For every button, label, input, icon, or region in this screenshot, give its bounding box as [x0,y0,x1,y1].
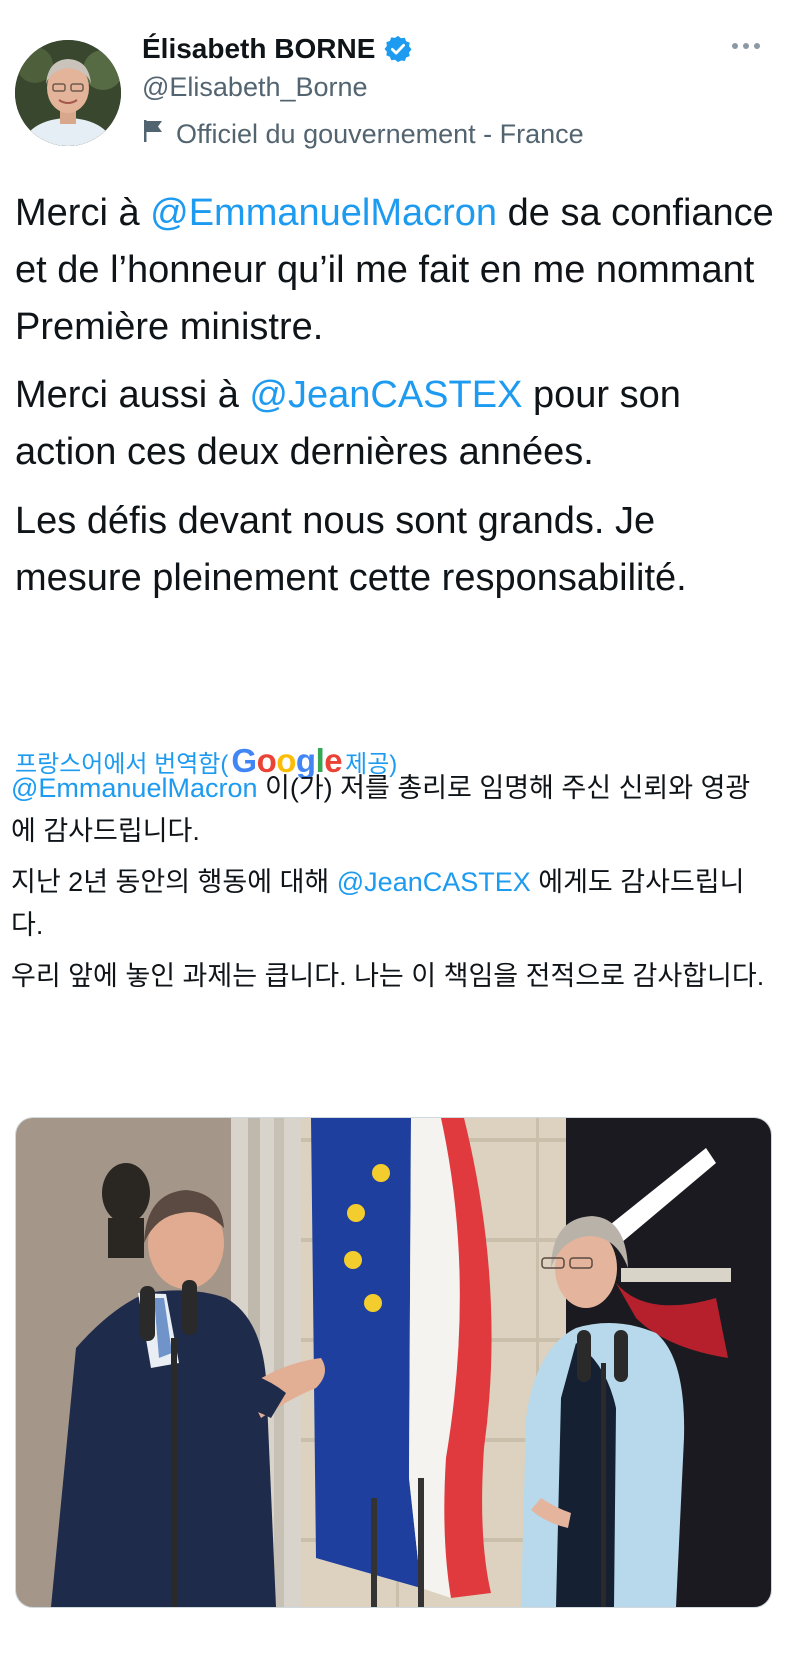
tweet: Élisabeth BORNE @Elisabeth_Borne Officie… [0,0,785,1653]
verified-badge-icon [383,34,413,64]
tweet-paragraph-2: Merci aussi à @JeanCASTEX pour son actio… [15,367,775,481]
author-name-row: Élisabeth BORNE [142,31,413,67]
mention-link[interactable]: @EmmanuelMacron [150,192,497,234]
mention-link[interactable]: @JeanCASTEX [337,867,531,897]
flag-icon [142,118,166,151]
tweet-paragraph-1: Merci à @EmmanuelMacron de sa confiance … [15,185,775,356]
text-segment: Merci aussi à [15,374,250,416]
translation-paragraph-3: 우리 앞에 놓인 과제는 큽니다. 나는 이 책임을 전적으로 감사합니다. [11,961,765,991]
more-options-icon[interactable] [732,38,764,54]
translation-paragraph-1: @EmmanuelMacron 이(가) 저를 총리로 임명해 주신 신뢰와 영… [11,767,771,853]
tweet-paragraph-3: Les défis devant nous sont grands. Je me… [15,500,687,599]
avatar[interactable] [15,40,121,146]
tweet-photo[interactable] [15,1117,772,1608]
text-segment: 지난 2년 동안의 행동에 대해 [11,867,337,897]
affiliation-label: Officiel du gouvernement - France [176,119,584,149]
mention-link[interactable]: @EmmanuelMacron [11,773,258,803]
author-display-name[interactable]: Élisabeth BORNE [142,33,375,65]
author-handle[interactable]: @Elisabeth_Borne [142,72,368,103]
translation-paragraph-2: 지난 2년 동안의 행동에 대해 @JeanCASTEX 에게도 감사드립니다. [11,861,771,947]
mention-link[interactable]: @JeanCASTEX [249,374,522,416]
affiliation-row: Officiel du gouvernement - France [142,118,584,151]
text-segment: Merci à [15,192,151,234]
